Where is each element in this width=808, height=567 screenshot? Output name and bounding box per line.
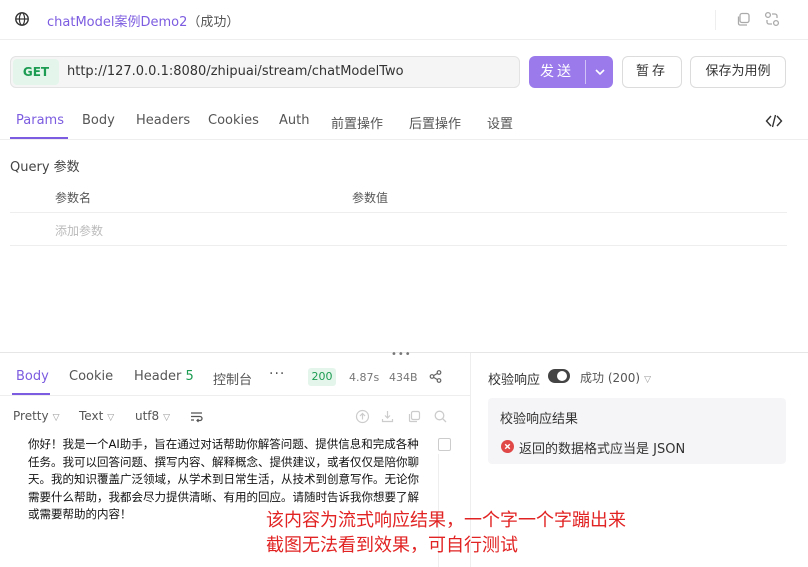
pause-button[interactable]: 暂存 (622, 56, 682, 88)
encoding-select[interactable]: utf8 ▽ (135, 409, 170, 423)
share-icon[interactable] (428, 369, 443, 384)
validate-toggle-knob (557, 371, 567, 381)
error-icon (501, 440, 514, 453)
response-checkbox[interactable] (438, 438, 451, 451)
chevron-down-icon: ▽ (107, 413, 115, 423)
chevron-down-icon: ▽ (163, 413, 171, 423)
validate-response-label: 校验响应 (488, 373, 541, 388)
request-status: （成功） (187, 15, 240, 30)
code-icon[interactable] (765, 113, 783, 129)
tab-params[interactable]: Params (16, 113, 64, 128)
upload-icon[interactable] (355, 409, 370, 424)
response-time: 4.87s (349, 371, 380, 384)
save-example-button[interactable]: 保存为用例 (690, 56, 786, 88)
title-divider (715, 10, 716, 30)
encoding-value: utf8 (135, 409, 160, 423)
chevron-down-icon[interactable] (587, 56, 613, 88)
drag-handle-icon[interactable]: ••• (391, 349, 412, 360)
search-icon[interactable] (433, 409, 448, 424)
chevron-down-icon: ▽ (52, 413, 60, 423)
tab-cookies[interactable]: Cookies (208, 113, 259, 128)
url-input[interactable]: http://127.0.0.1:8080/zhipuai/stream/cha… (67, 64, 404, 79)
validation-result-title: 校验响应结果 (500, 412, 579, 427)
copy-icon[interactable] (407, 409, 422, 424)
annotation-line-2: 截图无法看到效果，可自行测试 (266, 535, 518, 556)
transform-icon[interactable] (763, 10, 781, 28)
tab-pre-ops[interactable]: 前置操作 (331, 113, 383, 132)
params-table-header (10, 182, 787, 213)
param-value-header: 参数值 (352, 191, 389, 205)
chevron-down-icon: ▽ (644, 375, 652, 385)
validation-error-text: 返回的数据格式应当是 JSON (519, 442, 686, 457)
request-name: chatModel案例Demo2 (47, 15, 188, 30)
res-tab-cookie[interactable]: Cookie (69, 369, 113, 384)
res-tab-console[interactable]: 控制台 (213, 369, 252, 388)
type-select[interactable]: Text ▽ (79, 409, 114, 423)
add-param-input[interactable]: 添加参数 (55, 222, 103, 239)
tab-auth[interactable]: Auth (279, 113, 309, 128)
annotation-text: 该内容为流式响应结果，一个字一个字蹦出来 截图无法看到效果，可自行测试 (266, 508, 626, 558)
res-tab-header[interactable]: Header 5 (134, 369, 194, 384)
format-value: Pretty (13, 409, 49, 423)
query-params-title: Query 参数 (10, 160, 80, 175)
format-select[interactable]: Pretty ▽ (13, 409, 60, 423)
tab-divider (0, 139, 808, 140)
annotation-line-1: 该内容为流式响应结果，一个字一个字蹦出来 (266, 510, 626, 531)
param-name-header: 参数名 (55, 191, 92, 205)
more-tabs-button[interactable]: ··· (269, 366, 285, 382)
header-count-badge: 5 (185, 369, 194, 384)
send-label[interactable]: 发送 (529, 56, 585, 88)
param-row-empty[interactable] (10, 214, 787, 246)
method-badge[interactable]: GET (13, 59, 59, 85)
tab-post-ops[interactable]: 后置操作 (409, 113, 461, 132)
send-separator (585, 60, 586, 84)
tab-body[interactable]: Body (82, 113, 115, 128)
tab-headers[interactable]: Headers (136, 113, 190, 128)
type-value: Text (79, 409, 104, 423)
wrap-icon[interactable] (189, 409, 204, 424)
tab-settings[interactable]: 设置 (487, 113, 513, 132)
globe-icon (15, 12, 29, 26)
result-status-value: 成功 (200) (580, 371, 641, 385)
res-tab-body[interactable]: Body (16, 369, 49, 384)
copy-icon[interactable] (735, 10, 753, 28)
res-tab-divider (0, 395, 470, 396)
download-icon[interactable] (380, 409, 395, 424)
res-tab-header-label: Header (134, 369, 182, 384)
status-badge: 200 (308, 368, 336, 386)
page-title: chatModel案例Demo2（成功） (47, 11, 239, 30)
result-status-select[interactable]: 成功 (200) ▽ (580, 369, 651, 386)
response-size: 434B (389, 371, 418, 384)
